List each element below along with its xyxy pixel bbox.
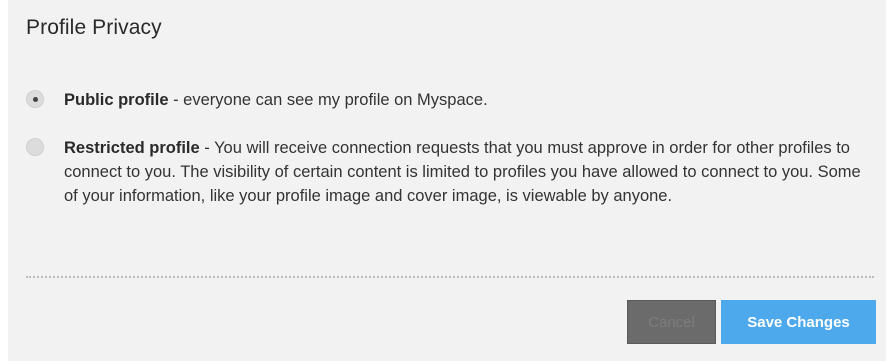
section-title: Profile Privacy [26, 16, 162, 39]
dotted-divider [26, 276, 874, 278]
profile-privacy-panel: Profile Privacy Public profile - everyon… [8, 0, 886, 361]
restricted-profile-label: Restricted profile [64, 139, 200, 157]
restricted-profile-radio[interactable] [26, 138, 44, 156]
public-profile-description: - everyone can see my profile on Myspace… [168, 91, 488, 109]
restricted-profile-text: Restricted profile - You will receive co… [64, 136, 862, 208]
public-profile-radio[interactable] [26, 90, 44, 108]
save-changes-button[interactable]: Save Changes [721, 300, 876, 344]
cancel-button[interactable]: Cancel [627, 300, 716, 344]
public-profile-text: Public profile - everyone can see my pro… [64, 88, 862, 112]
public-profile-label: Public profile [64, 91, 169, 109]
